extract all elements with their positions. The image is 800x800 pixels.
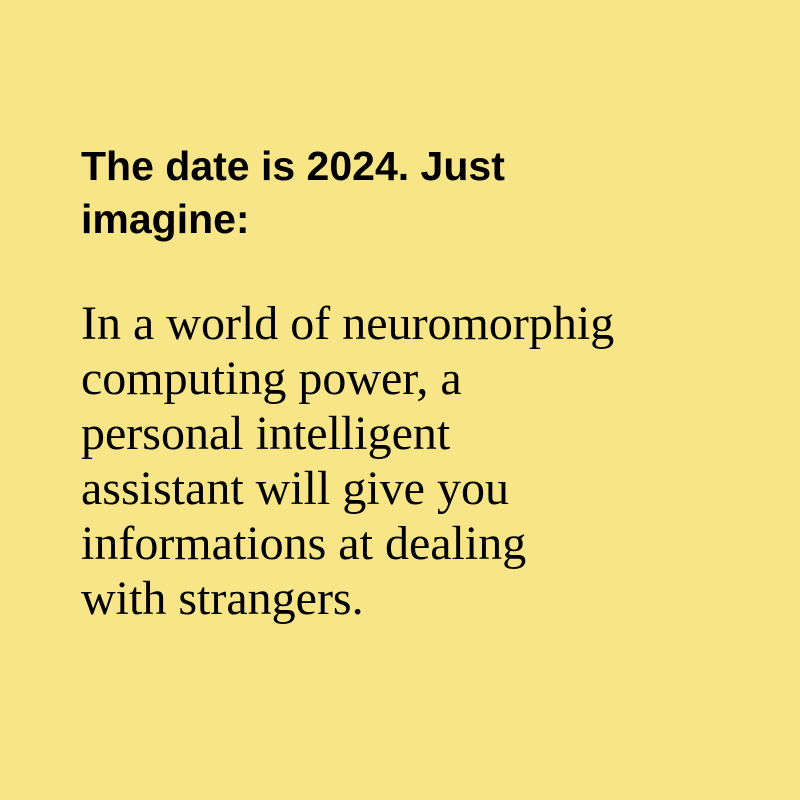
body-line-5: informations at dealing (81, 517, 527, 570)
body-line-4: assistant will give you (81, 462, 509, 515)
body-line-2: computing power, a (81, 352, 462, 405)
quote-card: The date is 2024. Just imagine: In a wor… (0, 0, 800, 800)
heading-line-2: imagine: (81, 196, 250, 242)
heading: The date is 2024. Just imagine: (81, 140, 741, 246)
body-line-6: with strangers. (81, 572, 364, 625)
body-line-1: In a world of neuromorphig (81, 297, 615, 350)
body-line-3: personal intelligent (81, 407, 451, 460)
body-text: In a world of neuromorphig computing pow… (81, 296, 761, 626)
heading-line-1: The date is 2024. Just (81, 143, 505, 189)
